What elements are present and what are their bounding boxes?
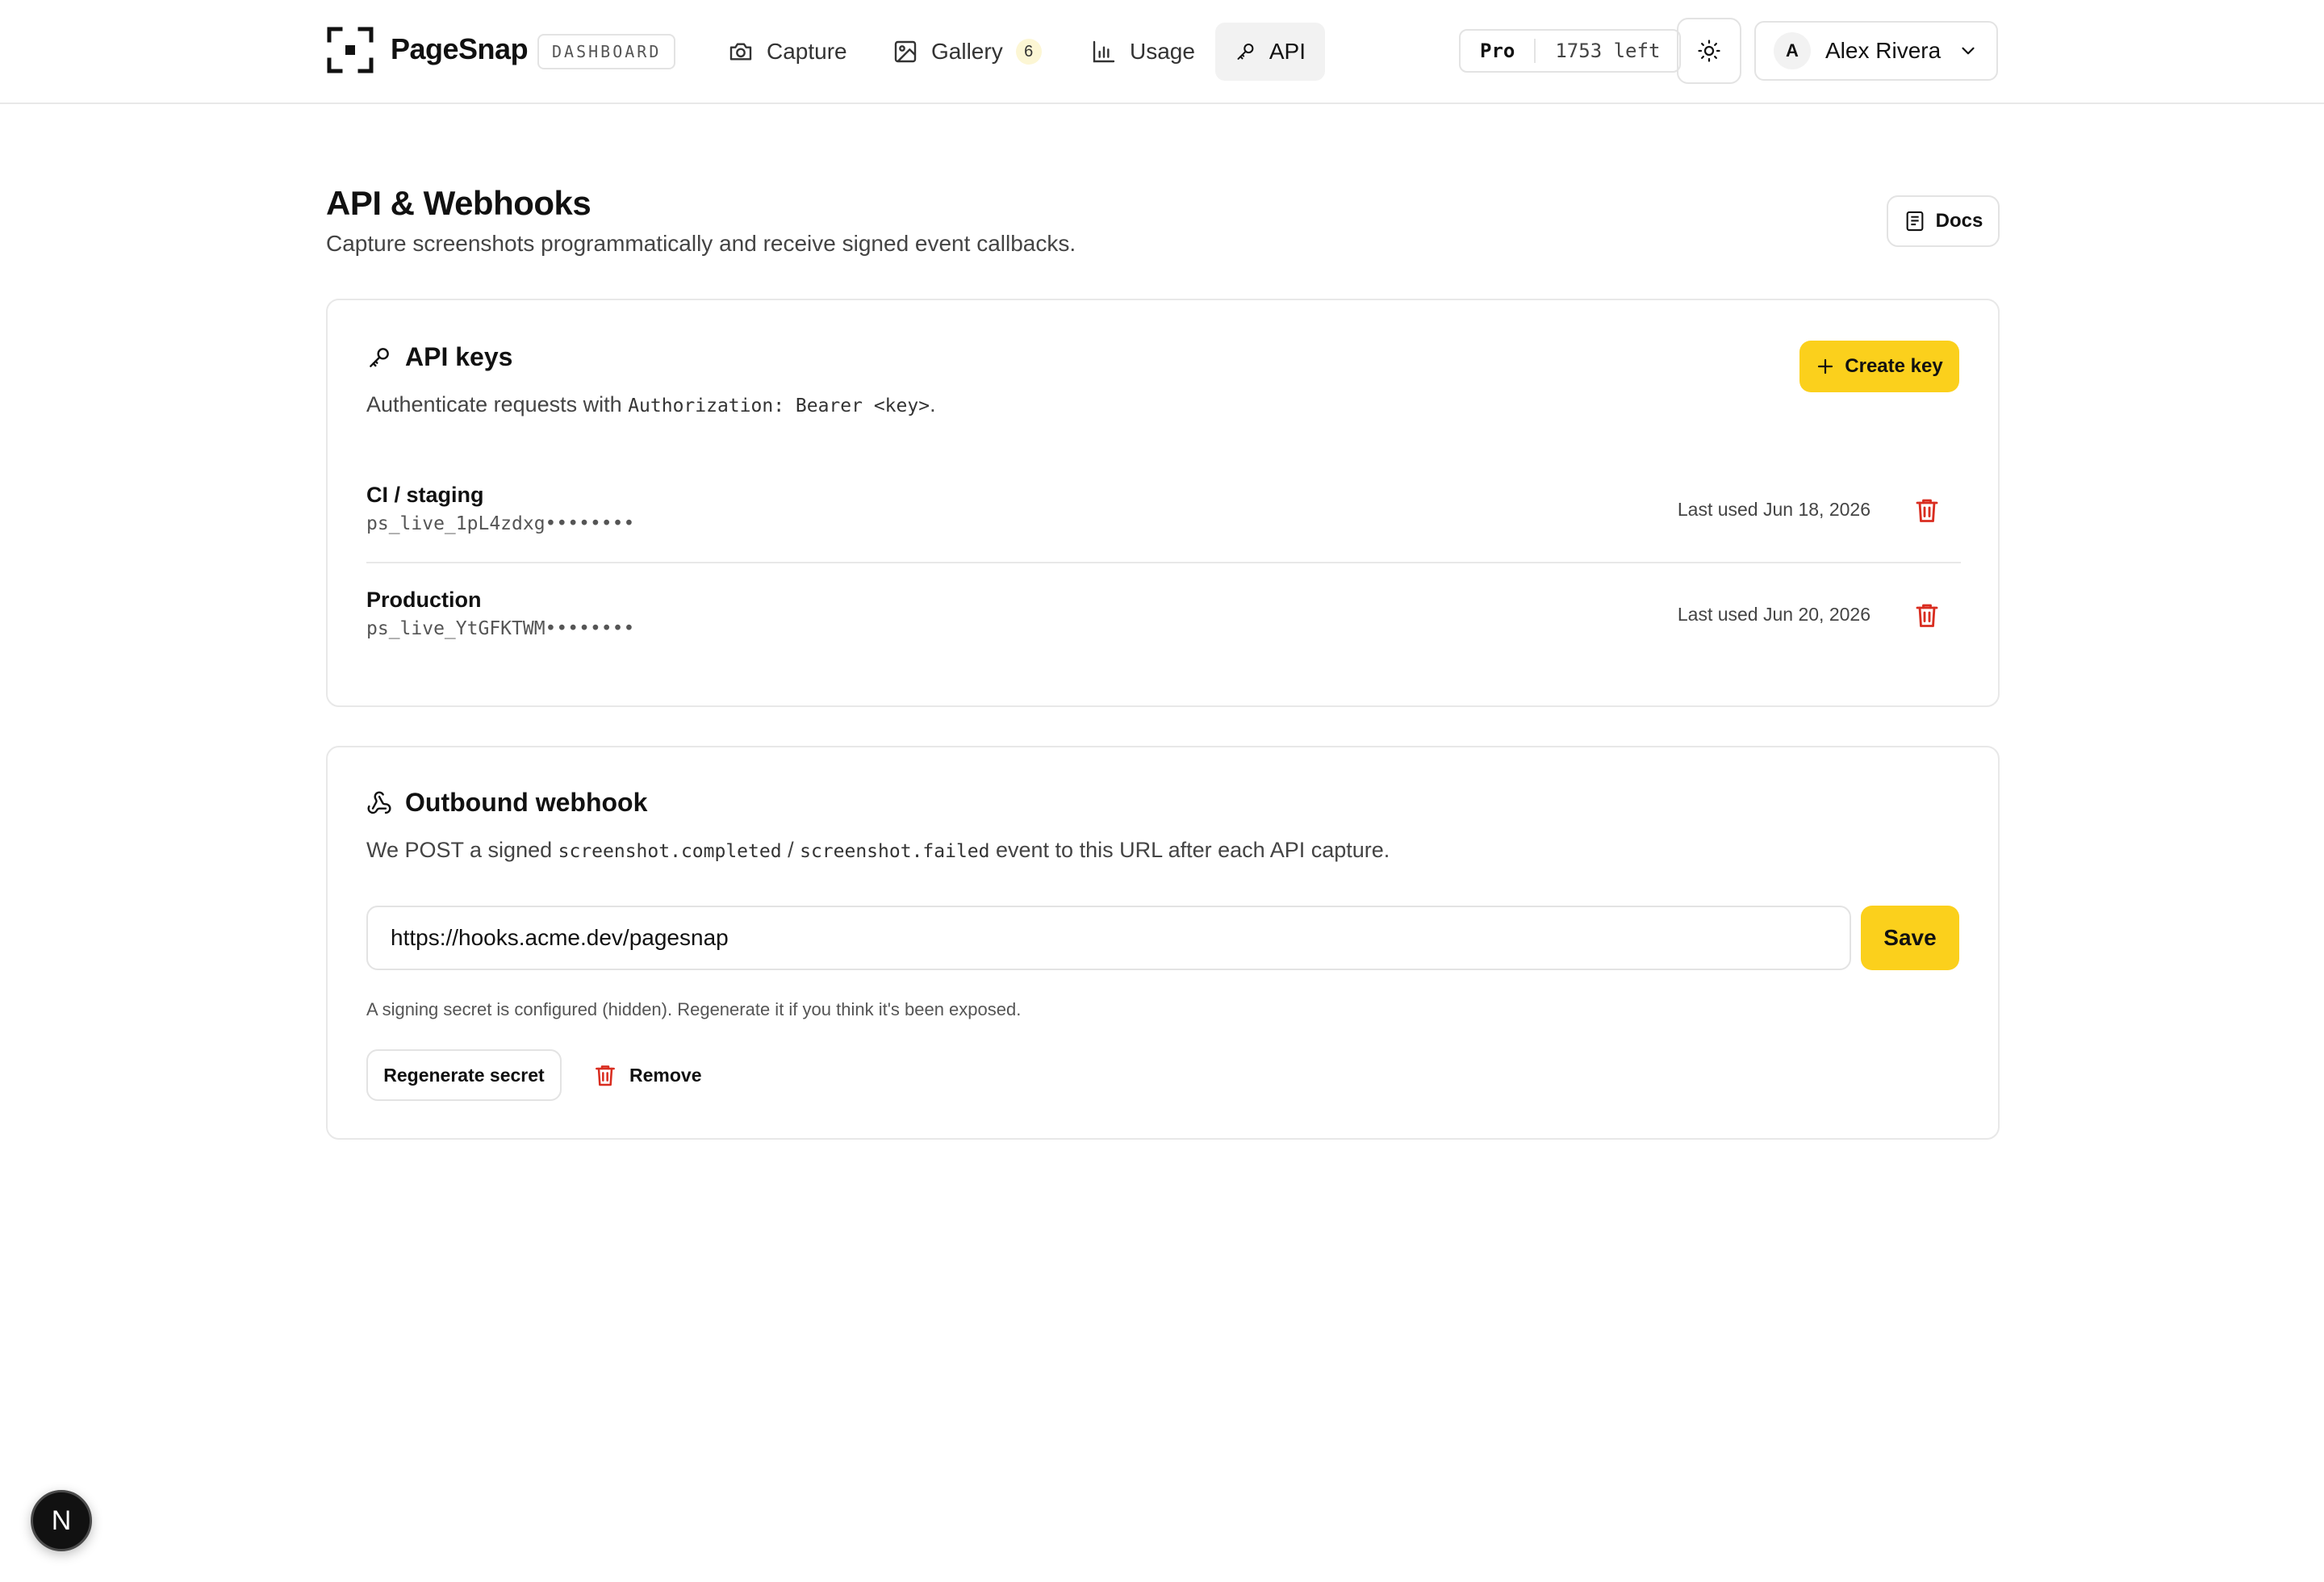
camera-icon (729, 43, 752, 61)
webhook-desc-end: event to this URL after each API capture… (989, 838, 1390, 862)
api-keys-card: API keys Authenticate requests with Auth… (326, 299, 2000, 707)
create-key-button[interactable]: Create key (1799, 341, 1959, 392)
bar-chart-icon (1093, 40, 1115, 63)
top-bar: PageSnap DASHBOARD Capture Gallery 6 Usa… (0, 0, 2324, 104)
user-name: Alex Rivera (1825, 38, 1942, 63)
api-key-row: Production ps_live_YtGFKTWM•••••••• Last… (366, 563, 1961, 668)
api-keys-desc-end: . (930, 392, 936, 416)
regenerate-secret-button[interactable]: Regenerate secret (366, 1049, 562, 1101)
gallery-count-badge: 6 (1015, 39, 1042, 65)
api-key-row: CI / staging ps_live_1pL4zdxg•••••••• La… (366, 458, 1961, 563)
trash-icon (596, 1065, 615, 1086)
key-icon (1237, 44, 1254, 60)
pagesnap-logo-icon[interactable] (326, 26, 374, 74)
webhook-heading: Outbound webhook (366, 788, 647, 818)
api-keys-desc-text: Authenticate requests with (366, 392, 629, 416)
nav-gallery[interactable]: Gallery 6 (873, 23, 1061, 81)
image-icon (894, 40, 917, 63)
nav-usage-label: Usage (1130, 39, 1195, 64)
dashboard-badge: DASHBOARD (537, 34, 676, 69)
key-last-used: Last used Jun 20, 2026 (1677, 604, 1870, 625)
api-keys-description: Authenticate requests with Authorization… (366, 392, 936, 417)
nav-api-label: API (1269, 39, 1306, 64)
api-keys-title: API keys (405, 342, 513, 371)
dev-tools-badge[interactable]: N (31, 1490, 92, 1551)
webhook-description: We POST a signed screenshot.completed / … (366, 838, 1390, 863)
theme-toggle-button[interactable] (1677, 18, 1741, 84)
save-button[interactable]: Save (1861, 906, 1959, 970)
signing-secret-hint: A signing secret is configured (hidden).… (366, 999, 1022, 1019)
remove-label: Remove (629, 1064, 702, 1086)
event-completed-code: screenshot.completed (558, 841, 782, 862)
key-name: Production (366, 588, 482, 612)
nav-capture-label: Capture (767, 39, 847, 64)
page-title: API & Webhooks (326, 184, 591, 222)
nav-api[interactable]: API (1215, 23, 1325, 81)
document-icon (1906, 211, 1924, 232)
docs-button[interactable]: Docs (1887, 195, 2000, 247)
trash-icon[interactable] (1912, 601, 1942, 630)
plus-icon (1818, 358, 1833, 375)
avatar: A (1774, 32, 1811, 69)
webhook-desc-text: We POST a signed (366, 838, 558, 862)
webhook-url-input[interactable] (366, 906, 1851, 970)
key-value: ps_live_1pL4zdxg•••••••• (366, 513, 635, 534)
quota-remaining: 1753 left (1555, 40, 1661, 62)
brand-name[interactable]: PageSnap (391, 32, 529, 66)
nav-usage[interactable]: Usage (1072, 23, 1214, 81)
event-failed-code: screenshot.failed (800, 841, 990, 862)
user-menu-button[interactable]: A Alex Rivera (1754, 21, 1998, 81)
key-last-used: Last used Jun 18, 2026 (1677, 499, 1870, 520)
webhook-icon (367, 790, 391, 814)
chevron-down-icon (1962, 47, 1975, 55)
sun-icon (1698, 40, 1720, 62)
key-icon (370, 347, 389, 367)
page-subtitle: Capture screenshots programmatically and… (326, 231, 1076, 256)
key-name: CI / staging (366, 483, 484, 507)
nav-capture[interactable]: Capture (708, 23, 867, 81)
webhook-card: Outbound webhook We POST a signed screen… (326, 746, 2000, 1140)
api-keys-heading: API keys (366, 342, 512, 372)
key-value: ps_live_YtGFKTWM•••••••• (366, 618, 635, 639)
plan-name: Pro (1461, 39, 1536, 63)
remove-webhook-button[interactable]: Remove (592, 1049, 701, 1101)
webhook-desc-sep: / (781, 838, 800, 862)
plan-quota: Pro 1753 left (1459, 29, 1682, 73)
trash-icon[interactable] (1912, 496, 1942, 525)
webhook-title: Outbound webhook (405, 788, 648, 817)
docs-label: Docs (1935, 210, 1983, 232)
create-key-label: Create key (1845, 355, 1943, 377)
auth-header-code: Authorization: Bearer <key> (628, 396, 930, 416)
nav-gallery-label: Gallery (931, 39, 1003, 64)
